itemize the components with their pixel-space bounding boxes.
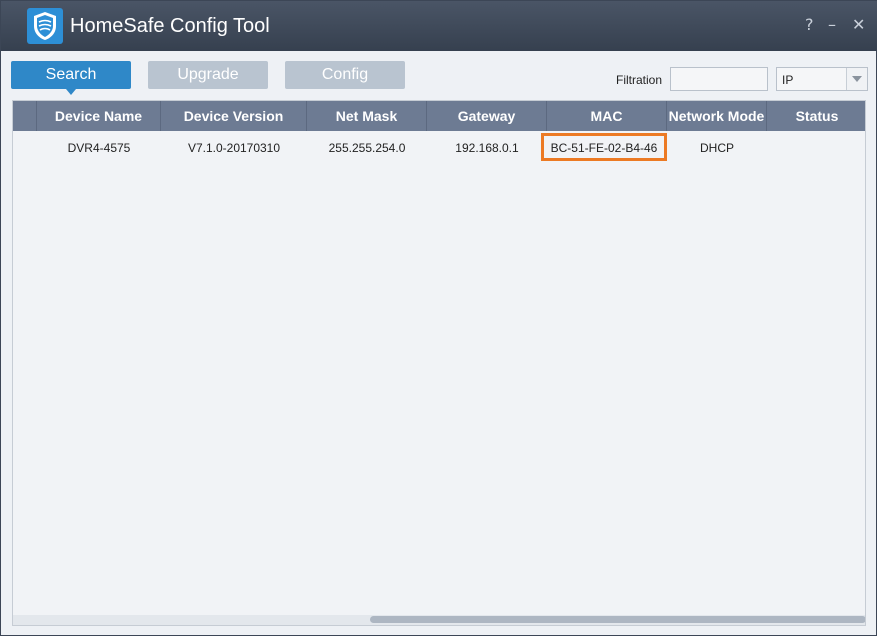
table-row[interactable]: DVR4-4575 V7.1.0-20170310 255.255.254.0 … — [13, 131, 865, 165]
column-header-mac[interactable]: MAC — [547, 101, 667, 131]
filter-type-value: IP — [782, 73, 794, 87]
cell-network-mode: DHCP — [699, 141, 734, 155]
column-header-net-mask[interactable]: Net Mask — [307, 101, 427, 131]
cell-net-mask: 255.255.254.0 — [328, 141, 406, 155]
app-window: HomeSafe Config Tool ? – ✕ Search Upgrad… — [0, 0, 877, 636]
active-tab-pointer — [66, 89, 76, 95]
dropdown-button[interactable] — [846, 68, 867, 90]
minimize-button[interactable]: – — [828, 15, 836, 34]
close-button[interactable]: ✕ — [852, 15, 865, 34]
cell-device-version: V7.1.0-20170310 — [187, 141, 281, 155]
cell-device-name: DVR4-4575 — [67, 141, 131, 155]
chevron-down-icon — [852, 76, 862, 82]
search-button[interactable]: Search — [11, 61, 131, 89]
cell-mac: BC-51-FE-02-B4-46 — [550, 141, 658, 155]
filter-label: Filtration — [616, 73, 663, 87]
table-header: Device Name Device Version Net Mask Gate… — [13, 101, 865, 131]
cell-gateway: 192.168.0.1 — [455, 141, 519, 155]
filter-input[interactable] — [670, 67, 768, 91]
title-bar[interactable]: HomeSafe Config Tool ? – ✕ — [1, 1, 877, 51]
filter-type-select[interactable]: IP — [776, 67, 868, 91]
shield-logo-icon — [27, 8, 63, 44]
help-button[interactable]: ? — [805, 15, 814, 34]
column-header-network-mode[interactable]: Network Mode — [667, 101, 767, 131]
cell-status — [767, 131, 865, 165]
device-table: Device Name Device Version Net Mask Gate… — [12, 100, 866, 626]
column-header-device-name[interactable]: Device Name — [37, 101, 161, 131]
horizontal-scrollbar[interactable] — [13, 615, 865, 625]
scrollbar-thumb[interactable] — [370, 616, 865, 623]
column-header-gateway[interactable]: Gateway — [427, 101, 547, 131]
upgrade-button[interactable]: Upgrade — [148, 61, 268, 89]
column-header-select[interactable] — [13, 101, 37, 131]
config-button[interactable]: Config — [285, 61, 405, 89]
column-header-device-version[interactable]: Device Version — [161, 101, 307, 131]
column-header-status[interactable]: Status — [767, 101, 865, 131]
app-title: HomeSafe Config Tool — [70, 15, 270, 37]
